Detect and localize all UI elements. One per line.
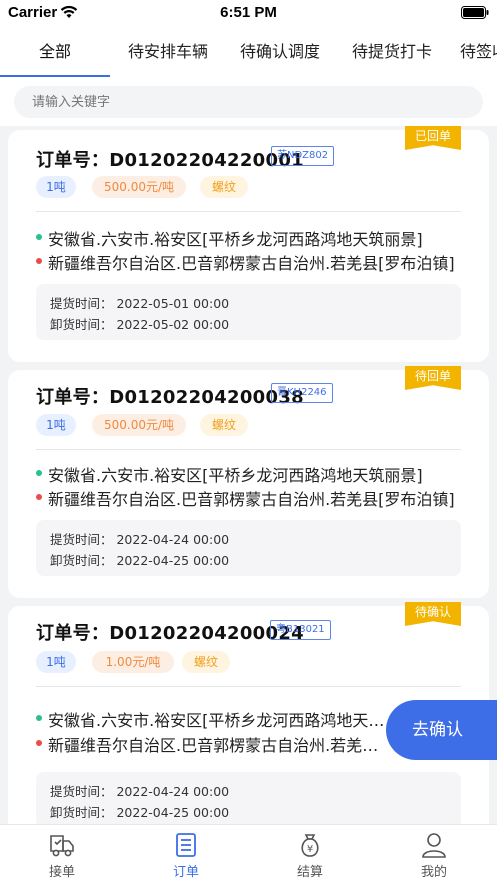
plate-badge: 粤B13021	[270, 620, 331, 640]
nav-label: 接单	[48, 865, 75, 880]
nav-item-take-order[interactable]: 接单	[0, 825, 124, 883]
svg-text:¥: ¥	[307, 844, 313, 855]
user-icon	[422, 833, 446, 858]
search-bar	[0, 78, 497, 126]
tab-pending-vehicle[interactable]: 待安排车辆	[112, 30, 224, 76]
order-number: 订单号：D01202204200038	[36, 387, 304, 408]
order-status-tabs: 全部 待安排车辆 待确认调度 待提货打卡 待签收	[0, 30, 497, 78]
order-number: 订单号：D01202204200024	[36, 623, 304, 644]
destination-address: 新疆维吾尔自治区.巴音郭楞蒙古自治州.若羌县[罗布泊镇]	[36, 732, 388, 756]
origin-address: 安徽省.六安市.裕安区[平桥乡龙河西路鸿地天筑丽景]	[36, 462, 466, 486]
destination-address: 新疆维吾尔自治区.巴音郭楞蒙古自治州.若羌县[罗布泊镇]	[36, 486, 466, 510]
status-ribbon: 待回单	[405, 366, 461, 390]
weight-tag: 1吨	[36, 651, 76, 673]
divider	[36, 686, 461, 687]
divider	[36, 449, 461, 450]
pickup-time: 提货时间： 2022-05-01 00:00	[50, 296, 230, 311]
go-confirm-button[interactable]: 去确认	[386, 700, 497, 760]
price-tag: 500.00元/吨	[92, 176, 186, 198]
origin-text: 安徽省.六安市.裕安区[平桥乡龙河西路鸿地天筑丽景]	[48, 466, 423, 485]
bottom-tab-bar: 接单 订单 ¥ 结算 我的	[0, 824, 497, 883]
time-box: 提货时间： 2022-04-24 00:00 卸货时间： 2022-04-25 …	[36, 520, 461, 576]
weight-tag: 1吨	[36, 176, 76, 198]
divider	[36, 211, 461, 212]
pickup-time: 提货时间： 2022-04-24 00:00	[50, 532, 230, 547]
origin-dot	[36, 715, 42, 721]
origin-dot	[36, 470, 42, 476]
destination-text: 新疆维吾尔自治区.巴音郭楞蒙古自治州.若羌县[罗布泊镇]	[48, 736, 388, 755]
order-number: 订单号：D01202204220001	[36, 150, 304, 171]
nav-item-settlement[interactable]: ¥ 结算	[248, 825, 372, 883]
active-tab-indicator	[0, 75, 110, 77]
clock: 6:51 PM	[220, 4, 277, 21]
time-box: 提货时间： 2022-05-01 00:00 卸货时间： 2022-05-02 …	[36, 284, 461, 340]
time-box: 提货时间： 2022-04-24 00:00 卸货时间： 2022-04-25 …	[36, 772, 461, 828]
order-card[interactable]: 订单号：D01202204220001 苏NDZ802 已回单 1吨 500.0…	[8, 126, 489, 362]
truck-icon	[50, 835, 74, 857]
nav-label: 我的	[420, 865, 447, 880]
status-ribbon: 待确认	[405, 602, 461, 626]
order-list-icon	[176, 833, 196, 857]
unload-time: 卸货时间： 2022-05-02 00:00	[50, 317, 230, 332]
status-ribbon: 已回单	[405, 126, 461, 150]
nav-item-orders[interactable]: 订单	[124, 825, 248, 883]
search-input[interactable]	[14, 86, 483, 118]
origin-dot	[36, 234, 42, 240]
nav-label: 订单	[172, 865, 199, 880]
destination-text: 新疆维吾尔自治区.巴音郭楞蒙古自治州.若羌县[罗布泊镇]	[48, 490, 455, 509]
price-tag: 1.00元/吨	[92, 651, 174, 673]
price-tag: 500.00元/吨	[92, 414, 186, 436]
money-bag-icon: ¥	[301, 834, 319, 857]
origin-address: 安徽省.六安市.裕安区[平桥乡龙河西路鸿地天筑丽景]	[36, 226, 466, 250]
tab-pending-sign[interactable]: 待签收	[460, 30, 497, 76]
unload-time: 卸货时间： 2022-04-25 00:00	[50, 553, 230, 568]
goods-tag: 螺纹	[182, 651, 230, 673]
status-bar: Carrier 6:51 PM	[0, 0, 497, 30]
goods-tag: 螺纹	[200, 176, 248, 198]
destination-dot	[36, 258, 42, 264]
tab-all[interactable]: 全部	[0, 30, 110, 76]
destination-text: 新疆维吾尔自治区.巴音郭楞蒙古自治州.若羌县[罗布泊镇]	[48, 254, 455, 273]
order-card[interactable]: 订单号：D01202204200038 晋KH2246 待回单 1吨 500.0…	[8, 366, 489, 598]
origin-address: 安徽省.六安市.裕安区[平桥乡龙河西路鸿地天筑丽景]	[36, 707, 396, 731]
tab-pending-pickup[interactable]: 待提货打卡	[336, 30, 448, 76]
nav-item-profile[interactable]: 我的	[372, 825, 496, 883]
nav-label: 结算	[296, 865, 323, 880]
goods-tag: 螺纹	[200, 414, 248, 436]
plate-badge: 晋KH2246	[271, 383, 333, 403]
pickup-time: 提货时间： 2022-04-24 00:00	[50, 784, 230, 799]
destination-dot	[36, 494, 42, 500]
destination-address: 新疆维吾尔自治区.巴音郭楞蒙古自治州.若羌县[罗布泊镇]	[36, 250, 466, 274]
battery-icon	[461, 6, 489, 19]
tab-pending-dispatch[interactable]: 待确认调度	[224, 30, 336, 76]
origin-text: 安徽省.六安市.裕安区[平桥乡龙河西路鸿地天筑丽景]	[48, 230, 423, 249]
unload-time: 卸货时间： 2022-04-25 00:00	[50, 805, 230, 820]
destination-dot	[36, 740, 42, 746]
plate-badge: 苏NDZ802	[271, 146, 335, 166]
weight-tag: 1吨	[36, 414, 76, 436]
origin-text: 安徽省.六安市.裕安区[平桥乡龙河西路鸿地天筑丽景]	[48, 711, 396, 730]
